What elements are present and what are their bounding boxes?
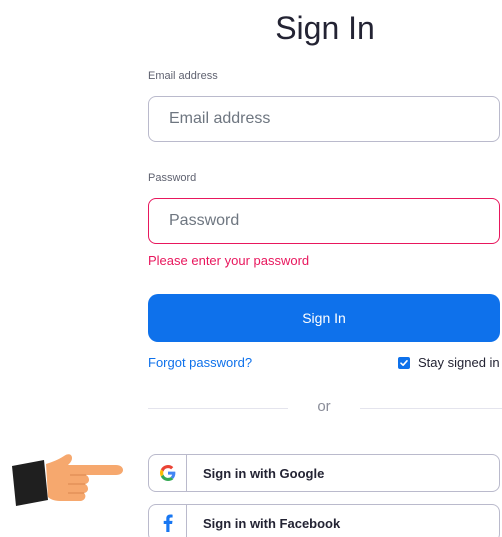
facebook-button-label: Sign in with Facebook [203, 515, 341, 531]
email-field[interactable] [148, 96, 500, 142]
page-title: Sign In [275, 10, 375, 46]
password-error-message: Please enter your password [148, 253, 310, 268]
email-label: Email address [148, 70, 218, 82]
sign-in-button[interactable]: Sign In [148, 294, 500, 342]
sign-in-with-google-button[interactable]: Sign in with Google [148, 454, 500, 492]
pointing-hand-icon [12, 454, 123, 506]
stay-signed-in-checkbox[interactable] [398, 356, 410, 369]
stay-signed-in-toggle[interactable]: Stay signed in [398, 355, 500, 370]
password-label: Password [148, 172, 197, 184]
sign-in-page: Sign In Email address Password Please en… [0, 0, 502, 537]
google-icon [149, 455, 187, 491]
password-field[interactable] [148, 198, 500, 244]
divider-right [360, 408, 502, 409]
stay-signed-in-label: Stay signed in [418, 355, 500, 370]
checkmark-icon [400, 359, 408, 366]
forgot-password-link[interactable]: Forgot password? [148, 355, 252, 370]
google-button-label: Sign in with Google [203, 465, 325, 481]
divider-or-text: or [317, 398, 331, 415]
facebook-icon [149, 505, 187, 537]
sign-in-with-facebook-button[interactable]: Sign in with Facebook [148, 504, 500, 537]
divider-left [148, 408, 288, 409]
